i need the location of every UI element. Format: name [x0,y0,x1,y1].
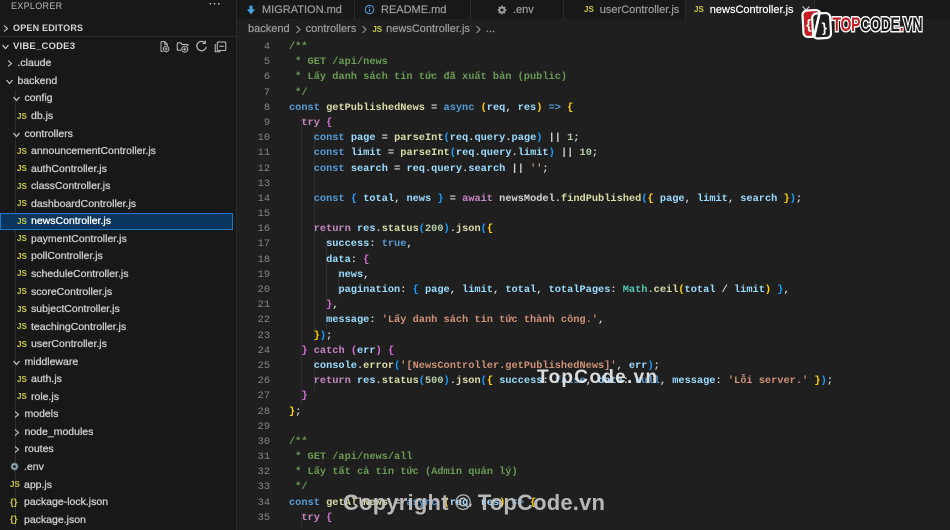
svg-text:TOPCODE.VN: TOPCODE.VN [833,14,923,36]
svg-text:{: { [806,17,812,32]
